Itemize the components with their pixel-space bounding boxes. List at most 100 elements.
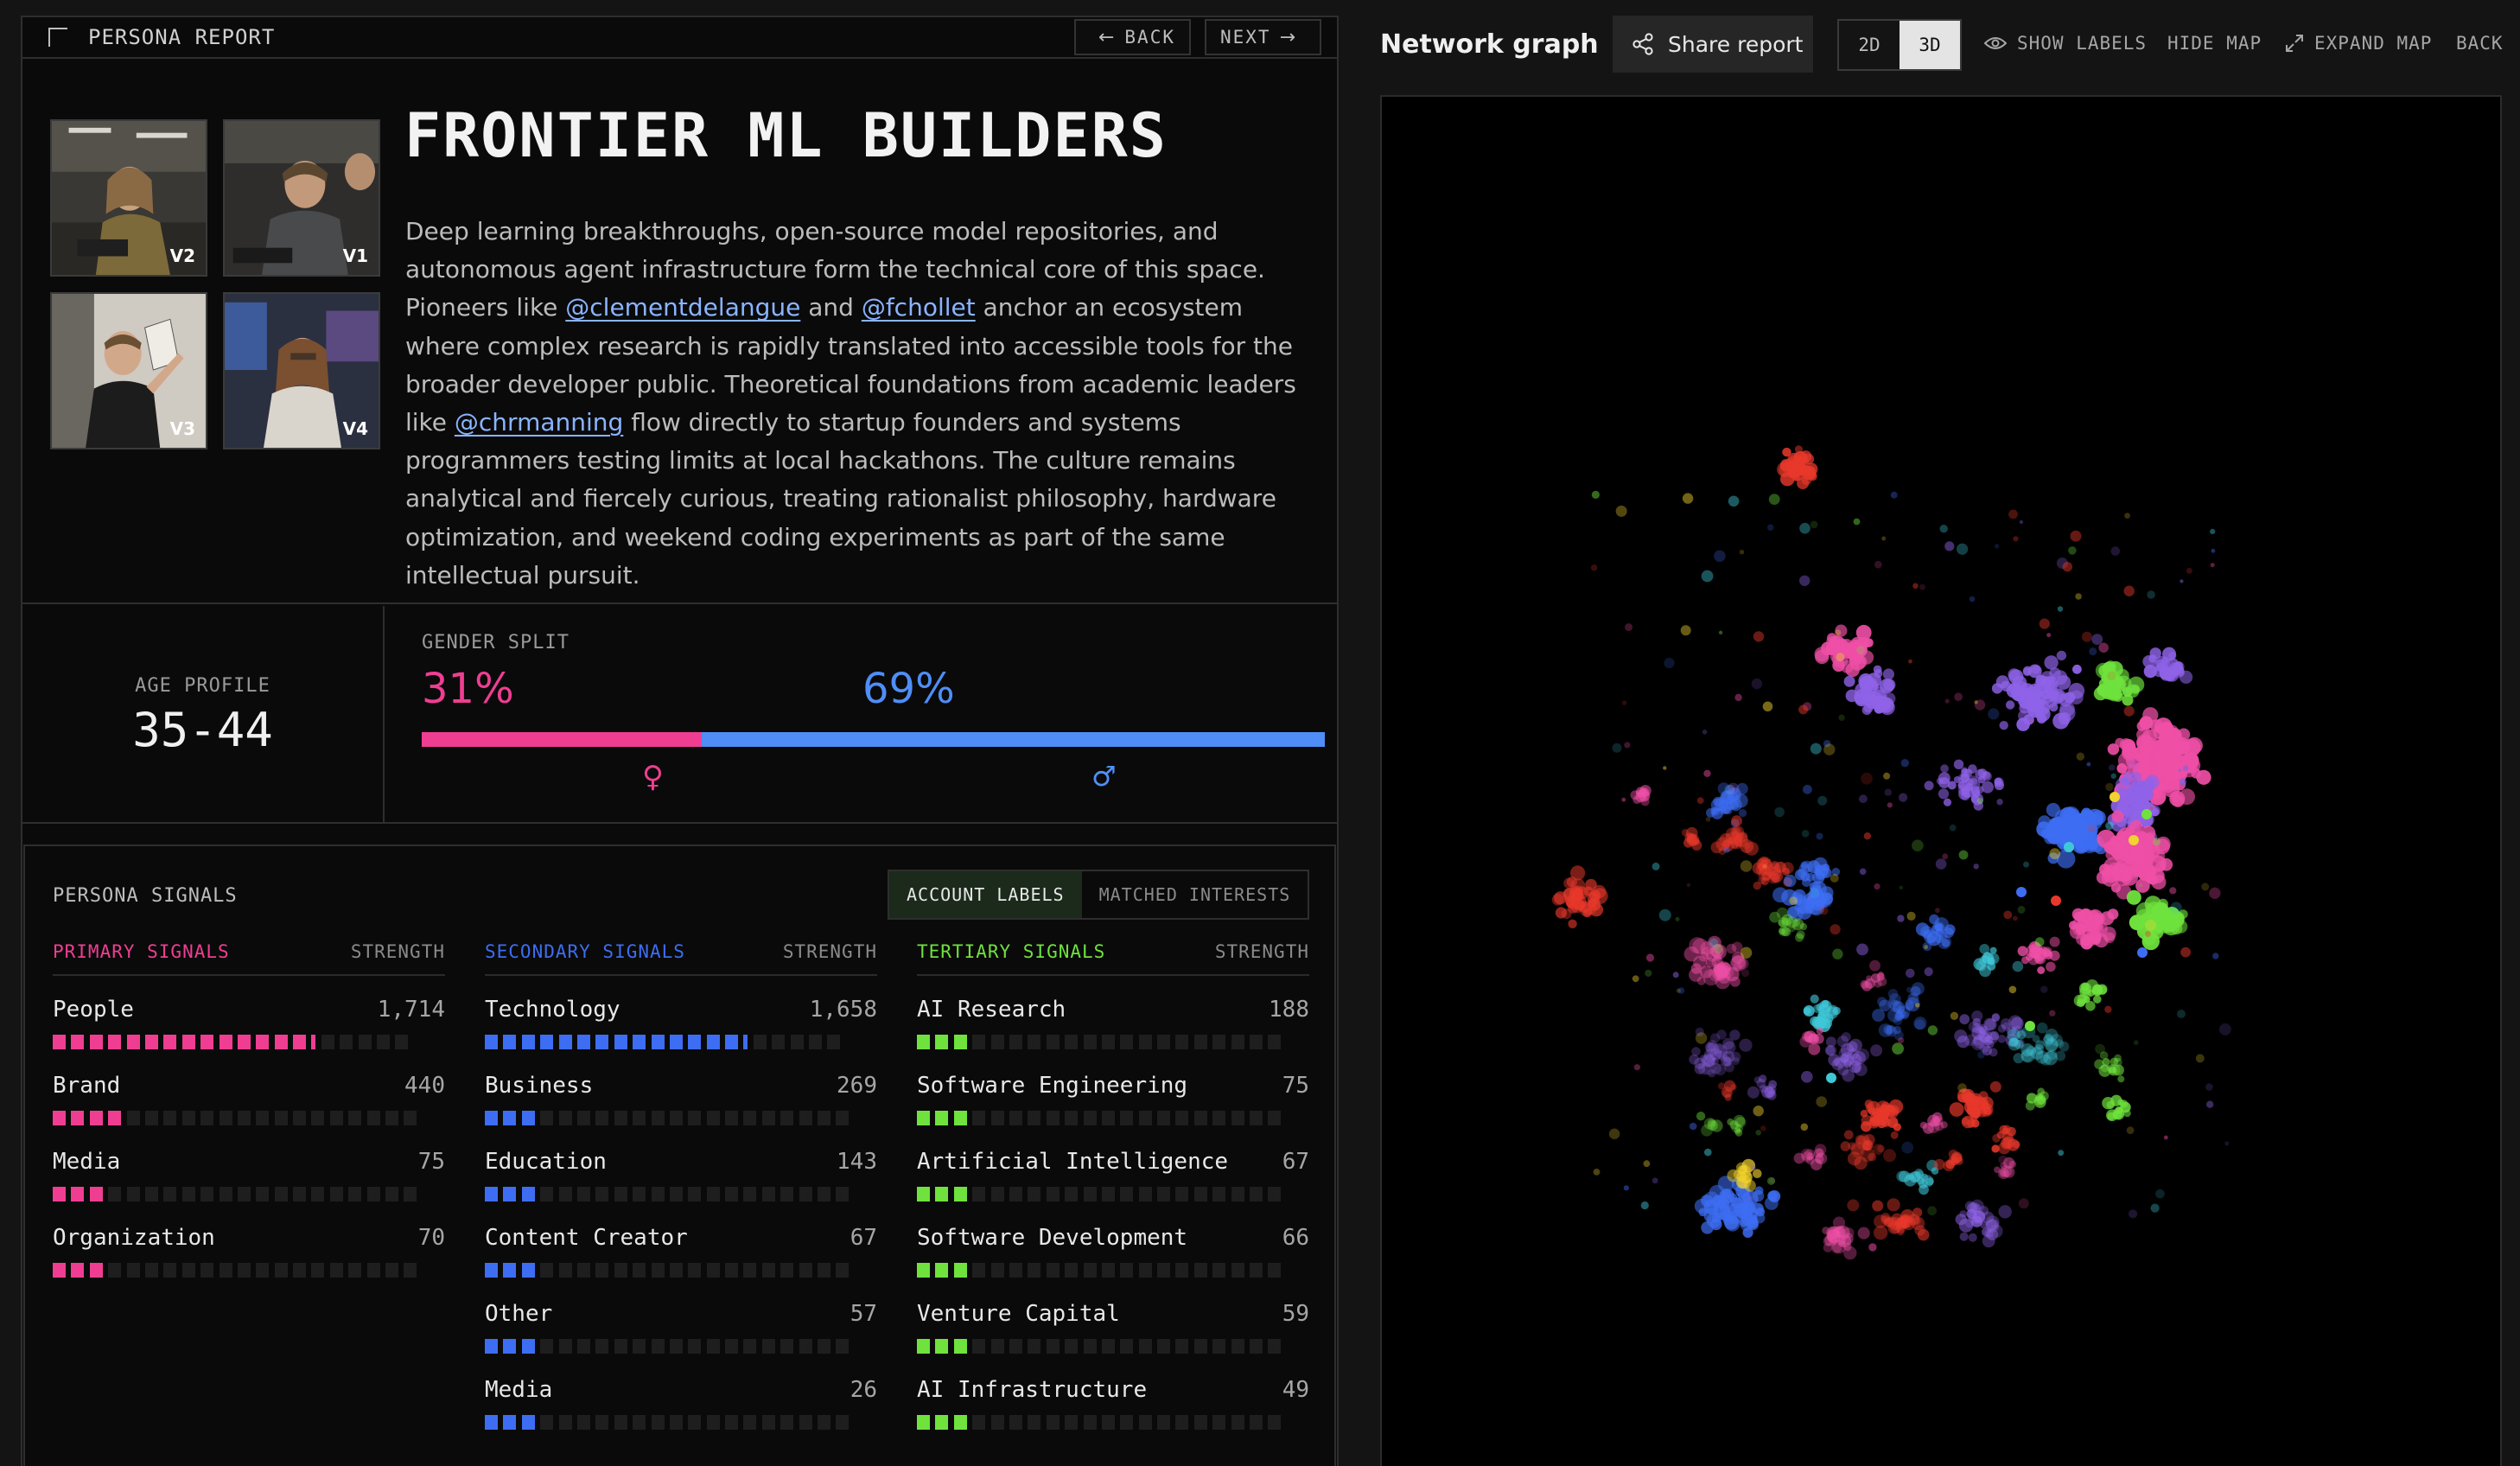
graph-node[interactable]: [1912, 583, 1919, 590]
graph-node[interactable]: [1944, 698, 1950, 704]
graph-node[interactable]: [2155, 1189, 2165, 1199]
graph-node[interactable]: [1969, 1201, 1980, 1213]
signal-row[interactable]: Education 143: [485, 1128, 877, 1204]
graph-node[interactable]: [2034, 704, 2045, 715]
graph-node[interactable]: [1851, 1063, 1861, 1074]
graph-node[interactable]: [1859, 868, 1867, 876]
graph-node[interactable]: [2062, 562, 2072, 572]
graph-node[interactable]: [1729, 1029, 1740, 1041]
graph-node[interactable]: [1782, 867, 1791, 876]
graph-node[interactable]: [2224, 1141, 2230, 1146]
graph-node[interactable]: [1868, 1152, 1877, 1162]
graph-node[interactable]: [1988, 953, 2000, 965]
graph-node[interactable]: [1831, 1243, 1842, 1253]
graph-node[interactable]: [1753, 1106, 1764, 1117]
graph-node[interactable]: [1859, 794, 1868, 804]
hide-map-button[interactable]: HIDE MAP: [2167, 33, 2262, 54]
mention-link[interactable]: @clementdelangue: [565, 293, 800, 322]
graph-node[interactable]: [1912, 839, 1924, 851]
graph-node[interactable]: [1727, 1118, 1734, 1125]
graph-node[interactable]: [1887, 1198, 1900, 1212]
graph-node[interactable]: [1702, 730, 1708, 735]
graph-node[interactable]: [1939, 525, 1948, 533]
graph-node[interactable]: [1959, 1232, 1969, 1241]
graph-node[interactable]: [1927, 1206, 1937, 1216]
graph-node[interactable]: [1703, 769, 1711, 777]
graph-node[interactable]: [1906, 1172, 1914, 1181]
graph-node[interactable]: [1935, 934, 1944, 943]
graph-node[interactable]: [2075, 593, 2082, 600]
graph-node[interactable]: [1630, 790, 1640, 800]
graph-node[interactable]: [1856, 646, 1865, 655]
graph-node[interactable]: [1789, 896, 1798, 906]
graph-node[interactable]: [1999, 721, 2008, 730]
graph-node[interactable]: [1651, 1177, 1658, 1184]
graph-node[interactable]: [1731, 815, 1742, 826]
graph-node[interactable]: [1906, 968, 1915, 978]
graph-node[interactable]: [1727, 782, 1740, 795]
persona-thumbnail[interactable]: V1: [223, 119, 380, 277]
graph-node[interactable]: [2210, 563, 2215, 568]
graph-node[interactable]: [1931, 921, 1945, 934]
graph-node[interactable]: [1816, 1096, 1827, 1107]
graph-node[interactable]: [1817, 795, 1828, 806]
graph-node[interactable]: [1705, 817, 1711, 822]
graph-node[interactable]: [2182, 765, 2189, 772]
graph-node[interactable]: [1794, 445, 1803, 454]
view-2d-button[interactable]: 2D: [1839, 21, 1900, 69]
graph-node[interactable]: [1762, 701, 1773, 712]
graph-node[interactable]: [2042, 1035, 2054, 1047]
graph-node[interactable]: [1801, 830, 1810, 838]
signal-row[interactable]: Media 75: [53, 1128, 445, 1204]
graph-node[interactable]: [2019, 702, 2030, 714]
graph-node[interactable]: [2108, 1067, 2117, 1076]
graph-node[interactable]: [1906, 986, 1912, 993]
graph-node[interactable]: [1563, 877, 1575, 889]
graph-node[interactable]: [2103, 681, 2119, 697]
graph-node[interactable]: [1719, 1195, 1734, 1210]
graph-node[interactable]: [2037, 1087, 2046, 1096]
graph-node[interactable]: [1847, 1199, 1860, 1212]
graph-node[interactable]: [2123, 585, 2135, 596]
graph-node[interactable]: [1836, 653, 1845, 662]
graph-node[interactable]: [1591, 490, 1600, 499]
graph-node[interactable]: [2017, 905, 2026, 914]
graph-node[interactable]: [1995, 544, 2000, 549]
graph-node[interactable]: [2172, 740, 2183, 751]
graph-node[interactable]: [1816, 1027, 1823, 1035]
graph-node[interactable]: [1973, 1035, 1983, 1046]
graph-node[interactable]: [2105, 782, 2114, 792]
graph-node[interactable]: [1714, 550, 1726, 563]
graph-node[interactable]: [1883, 772, 1891, 780]
graph-node[interactable]: [1716, 1050, 1726, 1060]
graph-node[interactable]: [2012, 960, 2024, 972]
graph-node[interactable]: [2093, 995, 2102, 1004]
graph-node[interactable]: [1832, 1006, 1841, 1016]
graph-node[interactable]: [1869, 959, 1880, 972]
graph-node[interactable]: [2179, 778, 2187, 786]
graph-node[interactable]: [1716, 961, 1731, 977]
graph-node[interactable]: [1954, 1029, 1968, 1043]
graph-node[interactable]: [1954, 692, 1963, 701]
graph-node[interactable]: [1716, 1029, 1727, 1040]
graph-node[interactable]: [2110, 792, 2120, 802]
graph-node[interactable]: [1957, 1083, 1967, 1093]
graph-node[interactable]: [1901, 1141, 1914, 1154]
graph-node[interactable]: [1808, 1042, 1821, 1055]
graph-node[interactable]: [2007, 1126, 2016, 1137]
graph-node[interactable]: [2070, 530, 2082, 542]
graph-node[interactable]: [1880, 1101, 1891, 1112]
graph-node[interactable]: [1753, 1169, 1762, 1178]
graph-node[interactable]: [1733, 1114, 1746, 1127]
graph-node[interactable]: [1810, 994, 1819, 1004]
graph-node[interactable]: [1969, 596, 1976, 602]
graph-node[interactable]: [1814, 867, 1823, 876]
graph-node[interactable]: [1810, 520, 1818, 529]
graph-node[interactable]: [1840, 1055, 1849, 1063]
graph-node[interactable]: [2163, 781, 2180, 798]
graph-node[interactable]: [1884, 788, 1892, 796]
graph-node[interactable]: [2077, 994, 2088, 1005]
graph-node[interactable]: [1728, 495, 1740, 507]
graph-node[interactable]: [1803, 784, 1812, 794]
graph-node[interactable]: [2180, 579, 2184, 583]
